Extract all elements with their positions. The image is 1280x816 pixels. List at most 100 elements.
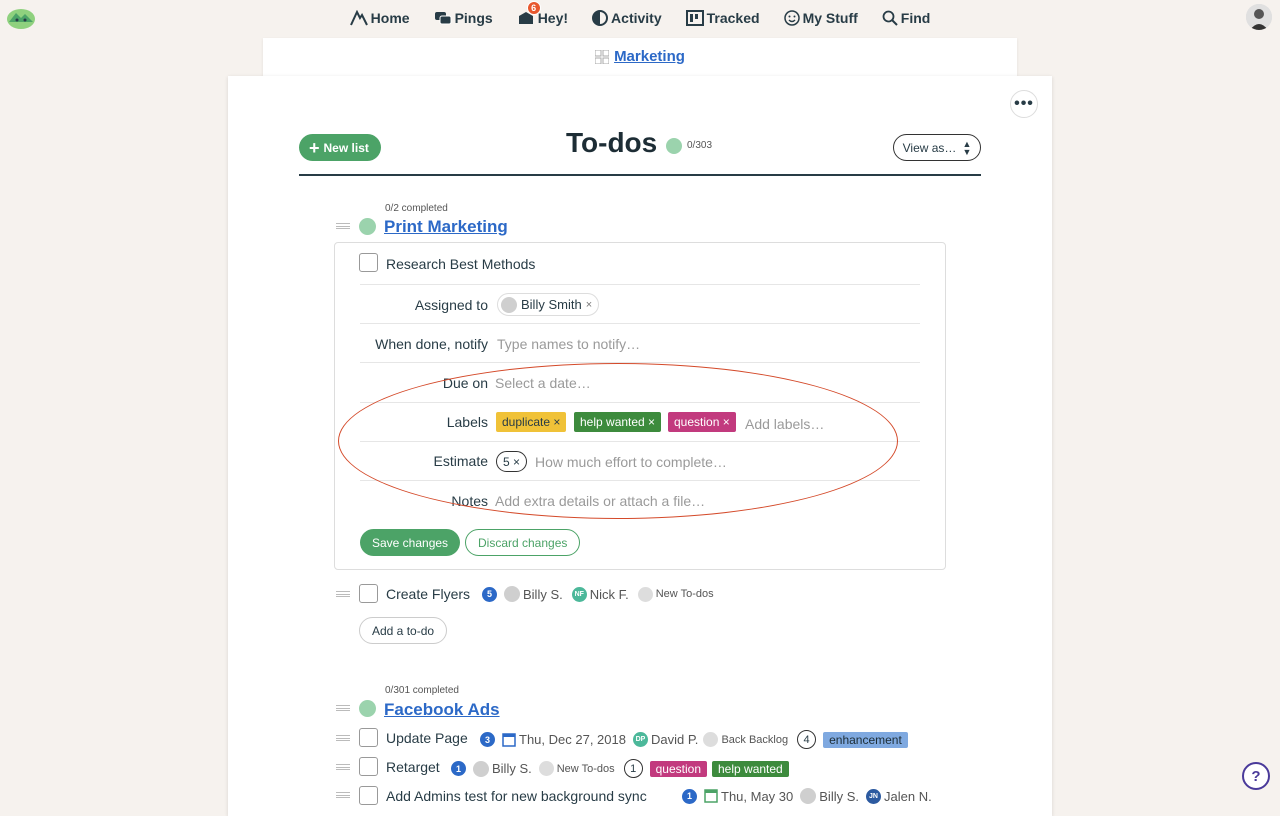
- user-avatar[interactable]: [1246, 4, 1272, 30]
- home-icon: [349, 10, 368, 26]
- todo-checkbox[interactable]: [359, 757, 378, 776]
- search-icon: [882, 10, 898, 26]
- list-title-link[interactable]: Print Marketing: [384, 217, 508, 237]
- drag-handle-icon[interactable]: [336, 735, 350, 741]
- sort-arrows-icon: ▲ ▼: [962, 138, 972, 157]
- todo-name[interactable]: Create Flyers: [386, 586, 470, 602]
- annotation-oval: [338, 363, 898, 519]
- help-button[interactable]: ?: [1242, 762, 1270, 790]
- breadcrumb-project-link[interactable]: Marketing: [614, 48, 685, 65]
- list-title-link[interactable]: Facebook Ads: [384, 700, 500, 720]
- todo-name[interactable]: Add Admins test for new background sync: [386, 788, 647, 804]
- new-list-label: New list: [323, 140, 369, 155]
- nav-pings[interactable]: Pings: [422, 8, 505, 28]
- assignee-name: David P.: [650, 732, 699, 747]
- column-name: Back Backlog: [721, 733, 789, 746]
- column-icon: [703, 732, 719, 747]
- estimate-badge: 1: [623, 759, 643, 778]
- pings-icon: [434, 12, 452, 25]
- list-progress-dot-icon: [359, 218, 376, 235]
- avatar-initials: JN: [866, 788, 881, 804]
- nav-activity[interactable]: Activity: [580, 8, 674, 28]
- todo-checkbox[interactable]: [359, 786, 378, 805]
- todo-checkbox[interactable]: [359, 584, 378, 603]
- label-tag[interactable]: help wanted: [712, 760, 789, 777]
- drag-handle-icon[interactable]: [336, 591, 350, 597]
- plus-icon: +: [309, 137, 320, 158]
- breadcrumb-card: Marketing: [263, 38, 1017, 76]
- label-tag[interactable]: enhancement: [823, 731, 908, 748]
- label-tag[interactable]: question: [649, 760, 707, 777]
- list-progress: 0/301 completed: [385, 685, 459, 696]
- assignee-name: Billy S.: [523, 586, 563, 602]
- todo-name[interactable]: Retarget: [386, 759, 440, 775]
- column-icon: [538, 761, 554, 776]
- nav-tracked[interactable]: Tracked: [674, 8, 772, 28]
- todo-name[interactable]: Update Page: [386, 730, 468, 746]
- due-date: Thu, Dec 27, 2018: [519, 732, 626, 747]
- estimate-badge: 4: [797, 730, 817, 749]
- divider: [360, 323, 920, 324]
- assignee-name: Billy S.: [819, 788, 859, 804]
- divider: [360, 284, 920, 285]
- comment-count-badge: 1: [451, 761, 466, 776]
- avatar: [501, 296, 517, 313]
- title-divider: [299, 174, 981, 176]
- top-nav: Home Pings 6 Hey! Activity Tracked My St…: [0, 0, 1280, 36]
- page-title: To-dos: [566, 127, 658, 158]
- nav-activity-label: Activity: [611, 10, 662, 26]
- nav-find-label: Find: [900, 10, 931, 26]
- discard-changes-button[interactable]: Discard changes: [465, 529, 581, 556]
- drag-handle-icon[interactable]: [336, 764, 350, 770]
- drag-handle-icon[interactable]: [336, 705, 350, 711]
- assignee-chip[interactable]: Billy Smith ×: [497, 293, 600, 316]
- progress-dot-icon: [666, 138, 682, 154]
- todo-meta: 5 Billy S. NF Nick F. New To-dos: [482, 586, 714, 602]
- calendar-icon: [704, 789, 718, 803]
- column-name: New To-dos: [556, 762, 615, 775]
- nav-my-stuff-label: My Stuff: [802, 10, 858, 26]
- nav-my-stuff[interactable]: My Stuff: [772, 8, 870, 28]
- view-as-select[interactable]: View as… ▲ ▼: [893, 134, 981, 161]
- assignee-name: Billy Smith: [521, 297, 582, 312]
- avatar: [504, 586, 520, 602]
- assignee-name: Jalen N.: [884, 788, 932, 804]
- todo-checkbox[interactable]: [359, 728, 378, 747]
- nav-home-label: Home: [370, 10, 410, 26]
- nav-hey[interactable]: 6 Hey!: [505, 1, 580, 28]
- nav-tracked-label: Tracked: [706, 10, 760, 26]
- more-options-button[interactable]: •••: [1010, 90, 1038, 118]
- avatar: [473, 760, 489, 777]
- due-date: Thu, May 30: [721, 788, 794, 804]
- list-progress-dot-icon: [359, 700, 376, 717]
- todos-card: ••• + New list To-dos 0/303 View as… ▲ ▼ …: [228, 76, 1052, 816]
- nav-find[interactable]: Find: [870, 8, 943, 28]
- new-list-button[interactable]: + New list: [299, 134, 381, 161]
- comment-count-badge: 3: [480, 732, 495, 747]
- assigned-label: Assigned to: [414, 297, 488, 313]
- assignee-name: Nick F.: [589, 586, 629, 602]
- breadcrumb: Marketing: [263, 48, 1017, 65]
- notify-label: When done, notify: [375, 336, 488, 352]
- notify-input[interactable]: Type names to notify…: [497, 336, 640, 352]
- column-name: New To-dos: [655, 588, 714, 600]
- list-progress: 0/2 completed: [385, 203, 448, 214]
- drag-handle-icon[interactable]: [336, 223, 350, 229]
- remove-icon[interactable]: ×: [586, 299, 592, 311]
- todo-checkbox[interactable]: [359, 253, 378, 272]
- add-todo-button[interactable]: Add a to-do: [359, 617, 448, 644]
- column-icon: [637, 586, 653, 602]
- nav-home[interactable]: Home: [338, 8, 422, 28]
- activity-icon: [592, 10, 609, 26]
- drag-handle-icon[interactable]: [336, 792, 350, 798]
- todo-name-input[interactable]: Research Best Methods: [386, 256, 535, 272]
- avatar-initials: NF: [571, 586, 587, 602]
- todos-count: 0/303: [687, 140, 713, 151]
- nav-pings-label: Pings: [454, 10, 493, 26]
- calendar-icon: [502, 732, 516, 747]
- view-as-label: View as…: [902, 140, 957, 155]
- avatar: [800, 788, 817, 804]
- assignee-name: Billy S.: [492, 761, 532, 776]
- comment-count-badge: 1: [682, 788, 697, 804]
- save-changes-button[interactable]: Save changes: [360, 529, 461, 556]
